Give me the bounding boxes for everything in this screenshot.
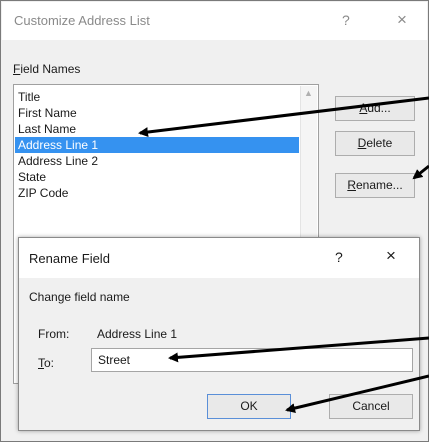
list-item[interactable]: Title — [15, 89, 299, 105]
dialog-titlebar: Customize Address List ? × — [2, 2, 427, 40]
field-names-label: Field Names — [13, 62, 81, 76]
list-item[interactable]: State — [15, 169, 299, 185]
scroll-up-icon[interactable]: ▲ — [304, 88, 313, 98]
rename-dialog-titlebar: Rename Field ? × — [19, 238, 419, 278]
close-icon[interactable]: × — [386, 246, 396, 266]
list-item[interactable]: ZIP Code — [15, 185, 299, 201]
rename-button[interactable]: Rename... — [335, 173, 415, 198]
list-item[interactable]: Address Line 2 — [15, 153, 299, 169]
close-icon[interactable]: × — [397, 10, 407, 30]
help-icon[interactable]: ? — [342, 12, 350, 28]
change-field-name-label: Change field name — [29, 290, 130, 304]
ok-button[interactable]: OK — [207, 394, 291, 419]
help-icon[interactable]: ? — [335, 249, 343, 265]
from-value: Address Line 1 — [97, 327, 178, 341]
delete-button[interactable]: Delete — [335, 131, 415, 156]
list-item[interactable]: First Name — [15, 105, 299, 121]
add-button[interactable]: Add... — [335, 96, 415, 121]
rename-field-dialog: Rename Field ? × Change field name From:… — [18, 237, 420, 431]
list-item-selected[interactable]: Address Line 1 — [15, 137, 299, 153]
from-label: From: — [38, 327, 70, 341]
to-field-input[interactable]: Street — [91, 348, 413, 372]
list-item[interactable]: Last Name — [15, 121, 299, 137]
cancel-button[interactable]: Cancel — [329, 394, 413, 419]
to-label: To: — [38, 356, 55, 370]
dialog-title: Customize Address List — [14, 13, 150, 28]
rename-dialog-title: Rename Field — [29, 251, 110, 266]
